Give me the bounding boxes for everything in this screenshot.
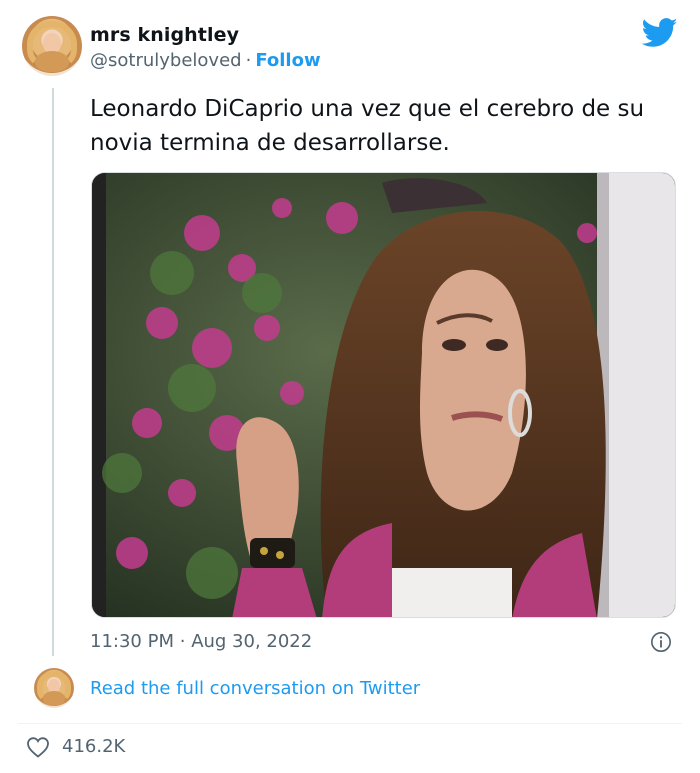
handle-row: @sotrulybeloved · Follow — [90, 50, 321, 71]
tweet-time: 11:30 PM — [90, 631, 174, 652]
tweet-card: mrs knightley @sotrulybeloved · Follow Leo… — [0, 0, 700, 773]
thread-line — [52, 88, 54, 656]
info-icon[interactable] — [650, 631, 672, 653]
handle[interactable]: @sotrulybeloved — [90, 50, 242, 71]
twitter-bird-icon[interactable] — [642, 18, 678, 48]
avatar-small[interactable] — [34, 668, 74, 708]
like-count: 416.2K — [62, 736, 126, 757]
tweet-text: Leonardo DiCaprio una vez que el cerebro… — [90, 96, 645, 156]
tweet-media-image[interactable] — [91, 172, 676, 618]
tweet-date: Aug 30, 2022 — [191, 631, 313, 652]
follow-button[interactable]: Follow — [255, 50, 320, 71]
read-conversation-link[interactable]: Read the full conversation on Twitter — [90, 678, 420, 699]
display-name[interactable]: mrs knightley — [90, 24, 239, 46]
tweet-timestamp[interactable]: 11:30 PM · Aug 30, 2022 — [90, 631, 312, 652]
divider — [18, 723, 682, 724]
handle-separator: · — [245, 50, 252, 71]
avatar[interactable] — [22, 16, 82, 76]
timestamp-separator: · — [179, 631, 186, 652]
heart-icon[interactable] — [26, 736, 50, 758]
